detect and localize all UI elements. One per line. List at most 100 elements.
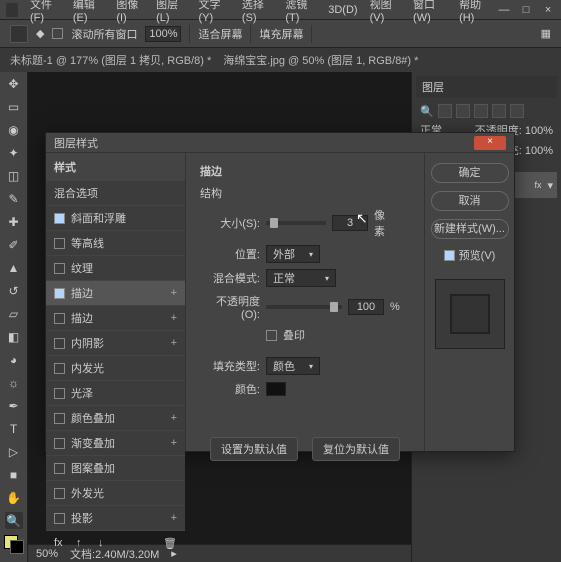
window-minimize-icon[interactable]: —	[497, 4, 511, 16]
menu-image[interactable]: 图像(I)	[110, 0, 150, 24]
opacity-slider[interactable]	[266, 305, 342, 309]
eyedropper-tool-icon[interactable]: ✎	[5, 191, 23, 208]
add-inner-shadow-icon[interactable]: +	[171, 337, 177, 349]
shape-tool-icon[interactable]: ■	[5, 466, 23, 483]
window-close-icon[interactable]: ×	[541, 4, 555, 16]
arrow-up-icon[interactable]: ↑	[76, 537, 90, 551]
filter-type-icon[interactable]	[474, 104, 488, 118]
stroke2-checkbox[interactable]	[54, 313, 65, 324]
doc-tab-2[interactable]: 海绵宝宝.jpg @ 50% (图层 1, RGB/8#) *	[223, 52, 418, 68]
color-swatch-button[interactable]	[266, 382, 286, 396]
preview-checkbox[interactable]	[444, 250, 455, 261]
search-icon[interactable]: 🔍	[420, 105, 434, 118]
texture-row[interactable]: 纹理	[46, 256, 185, 281]
menu-file[interactable]: 文件(F)	[24, 0, 67, 24]
filter-pixel-icon[interactable]	[438, 104, 452, 118]
opacity-value[interactable]: 100%	[525, 125, 553, 137]
menu-type[interactable]: 文字(Y)	[192, 0, 235, 24]
size-input[interactable]: 3	[332, 215, 368, 231]
move-tool-icon[interactable]: ✥	[5, 76, 23, 93]
fit-screen-button[interactable]: 适合屏幕	[198, 26, 242, 42]
dialog-close-button[interactable]: ×	[474, 136, 506, 150]
pen-tool-icon[interactable]: ✒	[5, 397, 23, 414]
satin-checkbox[interactable]	[54, 388, 65, 399]
drop-shadow-checkbox[interactable]	[54, 513, 65, 524]
inner-shadow-row[interactable]: 内阴影+	[46, 331, 185, 356]
menu-filter[interactable]: 滤镜(T)	[279, 0, 322, 24]
eraser-tool-icon[interactable]: ▱	[5, 306, 23, 323]
menu-view[interactable]: 视图(V)	[364, 0, 407, 24]
add-stroke2-icon[interactable]: +	[171, 312, 177, 324]
inner-glow-checkbox[interactable]	[54, 363, 65, 374]
blur-tool-icon[interactable]: ◕	[5, 351, 23, 368]
pattern-overlay-row[interactable]: 图案叠加	[46, 456, 185, 481]
zoom-tool-icon[interactable]: 🔍	[5, 512, 23, 529]
inner-shadow-checkbox[interactable]	[54, 338, 65, 349]
marquee-tool-icon[interactable]: ▭	[5, 99, 23, 116]
lasso-tool-icon[interactable]: ◉	[5, 122, 23, 139]
menu-help[interactable]: 帮助(H)	[453, 0, 497, 24]
color-overlay-checkbox[interactable]	[54, 413, 65, 424]
menu-edit[interactable]: 编辑(E)	[67, 0, 110, 24]
inner-glow-row[interactable]: 内发光	[46, 356, 185, 381]
add-stroke-icon[interactable]: +	[171, 287, 177, 299]
trash-icon[interactable]: 🗑	[163, 537, 177, 551]
layers-panel-title[interactable]: 图层	[416, 76, 557, 98]
wand-tool-icon[interactable]: ✦	[5, 145, 23, 162]
fx-menu-icon[interactable]: fx	[54, 537, 68, 551]
color-overlay-row[interactable]: 颜色叠加+	[46, 406, 185, 431]
contour-row[interactable]: 等高线	[46, 231, 185, 256]
size-slider[interactable]	[266, 221, 326, 225]
type-tool-icon[interactable]: T	[5, 420, 23, 437]
menu-layer[interactable]: 图层(L)	[150, 0, 192, 24]
layer-fx-badge[interactable]: fx	[534, 180, 541, 190]
dodge-tool-icon[interactable]: ☼	[5, 374, 23, 391]
stroke2-row[interactable]: 描边+	[46, 306, 185, 331]
color-swatch[interactable]	[4, 535, 24, 554]
chevron-down-icon[interactable]: ▾	[547, 179, 553, 192]
drop-shadow-row[interactable]: 投影+	[46, 506, 185, 531]
position-select[interactable]: 外部▾	[266, 245, 320, 263]
ok-button[interactable]: 确定	[431, 163, 509, 183]
history-brush-tool-icon[interactable]: ↺	[5, 283, 23, 300]
blend-options-row[interactable]: 混合选项	[46, 181, 185, 206]
outer-glow-row[interactable]: 外发光	[46, 481, 185, 506]
scroll-all-checkbox[interactable]	[52, 28, 63, 39]
opacity-input[interactable]: 100	[348, 299, 384, 315]
bevel-checkbox[interactable]	[54, 213, 65, 224]
cancel-button[interactable]: 取消	[431, 191, 509, 211]
add-gradient-overlay-icon[interactable]: +	[171, 437, 177, 449]
zoom-input[interactable]: 100%	[145, 26, 181, 42]
contour-checkbox[interactable]	[54, 238, 65, 249]
fill-value[interactable]: 100%	[525, 145, 553, 157]
bevel-row[interactable]: 斜面和浮雕	[46, 206, 185, 231]
gradient-overlay-checkbox[interactable]	[54, 438, 65, 449]
new-style-button[interactable]: 新建样式(W)...	[431, 219, 509, 239]
texture-checkbox[interactable]	[54, 263, 65, 274]
filltype-select[interactable]: 颜色▾	[266, 357, 320, 375]
current-tool-icon[interactable]	[10, 25, 28, 43]
outer-glow-checkbox[interactable]	[54, 488, 65, 499]
gradient-tool-icon[interactable]: ◧	[5, 328, 23, 345]
pattern-overlay-checkbox[interactable]	[54, 463, 65, 474]
gradient-overlay-row[interactable]: 渐变叠加+	[46, 431, 185, 456]
filter-smart-icon[interactable]	[510, 104, 524, 118]
doc-tab-1[interactable]: 未标题-1 @ 177% (图层 1 拷贝, RGB/8) *	[10, 52, 211, 68]
path-tool-icon[interactable]: ▷	[5, 443, 23, 460]
satin-row[interactable]: 光泽	[46, 381, 185, 406]
background-color-icon[interactable]	[10, 540, 24, 554]
overprint-checkbox[interactable]	[266, 330, 277, 341]
menu-3d[interactable]: 3D(D)	[322, 4, 363, 16]
window-maximize-icon[interactable]: □	[519, 4, 533, 16]
heal-tool-icon[interactable]: ✚	[5, 214, 23, 231]
gear-icon[interactable]: ▦	[541, 27, 551, 40]
fill-screen-button[interactable]: 填充屏幕	[259, 26, 303, 42]
brush-tool-icon[interactable]: ✐	[5, 237, 23, 254]
dialog-titlebar[interactable]: 图层样式 ×	[46, 133, 514, 153]
filter-adjust-icon[interactable]	[456, 104, 470, 118]
hand-tool-icon[interactable]: ✋	[5, 489, 23, 506]
menu-window[interactable]: 窗口(W)	[407, 0, 453, 24]
blend-mode-select[interactable]: 正常▾	[266, 269, 336, 287]
menu-select[interactable]: 选择(S)	[236, 0, 279, 24]
crop-tool-icon[interactable]: ◫	[5, 168, 23, 185]
